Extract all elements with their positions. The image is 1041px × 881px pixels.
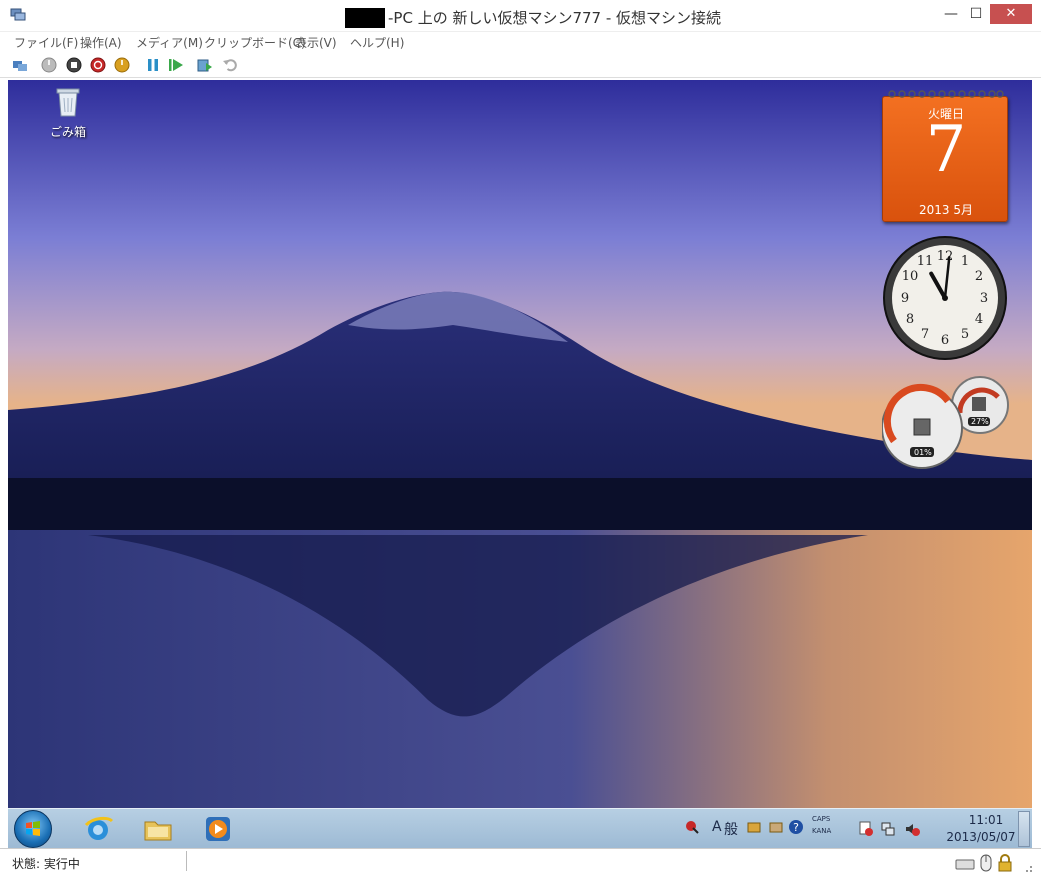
- svg-text:5: 5: [961, 327, 969, 342]
- calendar-gadget[interactable]: 火曜日 7 2013 5月: [882, 88, 1008, 222]
- vm-connection-icon[interactable]: [10, 8, 26, 22]
- vm-desktop[interactable]: ごみ箱 火曜日 7 2013 5月 12 1 2 3 4567 8 9 10 11: [8, 80, 1032, 808]
- svg-text:3: 3: [980, 291, 988, 306]
- svg-text:7: 7: [921, 327, 929, 342]
- menu-help[interactable]: ヘルプ(H): [350, 34, 404, 51]
- memory-usage-value: 27%: [971, 417, 989, 426]
- internet-explorer-icon[interactable]: [82, 813, 114, 845]
- status-bar: 状態: 実行中: [0, 848, 1041, 881]
- ctrl-alt-del-icon[interactable]: [12, 57, 28, 73]
- calendar-rings: [888, 90, 1004, 98]
- svg-text:12: 12: [937, 249, 954, 264]
- taskbar-date[interactable]: 2013/05/07: [936, 830, 1026, 844]
- caps-indicator: CAPS: [812, 815, 831, 823]
- clock-gadget[interactable]: 12 12 3 4567 8 9 1011: [882, 235, 1008, 361]
- resume-icon[interactable]: [168, 57, 184, 73]
- recycle-bin-label: ごみ箱: [49, 125, 86, 139]
- media-player-icon[interactable]: [202, 813, 234, 845]
- ime-pad-icon[interactable]: [746, 819, 762, 835]
- close-button[interactable]: ✕: [990, 4, 1032, 24]
- show-desktop-button[interactable]: [1018, 811, 1030, 847]
- toolbar: [0, 52, 1041, 78]
- file-explorer-icon[interactable]: [142, 813, 174, 845]
- calendar-date: 7: [925, 113, 967, 187]
- cpu-usage-value: 01%: [914, 448, 932, 457]
- revert-icon[interactable]: [222, 57, 238, 73]
- svg-text:6: 6: [941, 333, 949, 348]
- svg-text:11: 11: [917, 254, 934, 269]
- turn-off-icon[interactable]: [66, 57, 82, 73]
- menu-clipboard[interactable]: クリップボード(C): [204, 34, 306, 51]
- ime-tools-icon[interactable]: [768, 819, 784, 835]
- language-bar-icon[interactable]: [684, 819, 700, 835]
- maximize-button[interactable]: ☐: [965, 4, 987, 24]
- window-title: -PC 上の 新しい仮想マシン777 - 仮想マシン接続: [388, 9, 722, 27]
- wallpaper-mount-fuji: [8, 80, 1032, 808]
- svg-text:2: 2: [975, 269, 983, 284]
- ime-conversion-mode[interactable]: 般: [724, 819, 738, 839]
- start-icon[interactable]: [41, 57, 57, 73]
- resize-grip-icon[interactable]: [1021, 861, 1033, 873]
- network-icon[interactable]: [880, 821, 896, 837]
- lock-icon: [998, 854, 1012, 872]
- menu-action[interactable]: 操作(A): [80, 34, 122, 51]
- svg-text:9: 9: [901, 291, 909, 306]
- menu-file[interactable]: ファイル(F): [14, 34, 78, 51]
- pause-icon[interactable]: [145, 57, 161, 73]
- svg-text:1: 1: [961, 254, 969, 269]
- action-center-error-icon[interactable]: [858, 821, 874, 837]
- windows-logo-icon: [26, 821, 40, 836]
- recycle-bin[interactable]: ごみ箱: [38, 86, 98, 140]
- cpu-meter-gadget[interactable]: 01% 27%: [881, 375, 1010, 471]
- title-bar: -PC 上の 新しい仮想マシン777 - 仮想マシン接続 — ☐ ✕: [0, 0, 1041, 32]
- ime-input-mode[interactable]: A: [712, 819, 722, 835]
- menu-bar: ファイル(F) 操作(A) メディア(M) クリップボード(C) 表示(V) ヘ…: [0, 32, 1041, 52]
- shutdown-icon[interactable]: [90, 57, 106, 73]
- start-button[interactable]: [14, 810, 52, 848]
- svg-text:8: 8: [906, 312, 914, 327]
- taskbar: A 般 ? CAPS KANA 11:01 2013/05/07: [8, 808, 1032, 848]
- keyboard-icon: [955, 859, 975, 870]
- vm-status: 状態: 実行中: [12, 857, 80, 871]
- svg-text:10: 10: [902, 269, 919, 284]
- kana-indicator: KANA: [812, 827, 832, 835]
- status-separator: [186, 851, 187, 871]
- snapshot-icon[interactable]: [197, 57, 213, 73]
- svg-text:4: 4: [975, 312, 983, 327]
- calendar-page: 火曜日 7 2013 5月: [882, 96, 1008, 222]
- taskbar-time[interactable]: 11:01: [956, 813, 1016, 827]
- help-icon[interactable]: ?: [788, 819, 804, 835]
- svg-text:?: ?: [793, 821, 799, 834]
- volume-muted-icon[interactable]: [904, 821, 920, 837]
- save-icon[interactable]: [114, 57, 130, 73]
- minimize-button[interactable]: —: [940, 4, 962, 24]
- redacted-host-name: [345, 8, 385, 28]
- recycle-bin-icon: [56, 88, 80, 117]
- menu-view[interactable]: 表示(V): [295, 34, 337, 51]
- calendar-month: 2013 5月: [919, 203, 973, 217]
- mouse-icon: [980, 854, 992, 872]
- cpu-meter-dials: [881, 376, 1009, 469]
- menu-media[interactable]: メディア(M): [136, 34, 203, 51]
